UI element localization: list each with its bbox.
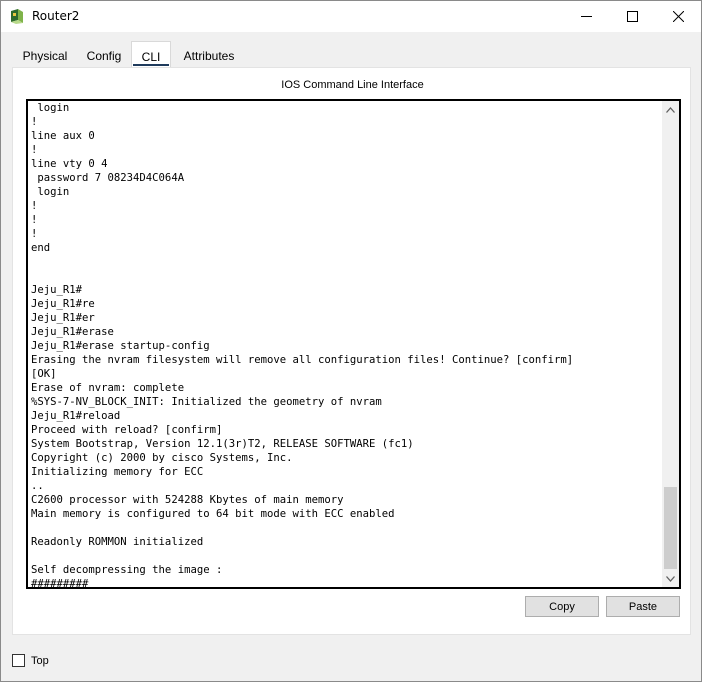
- terminal-line: Jeju_R1#erase: [31, 326, 114, 338]
- terminal-line: !: [31, 116, 38, 128]
- close-icon: [672, 11, 684, 22]
- terminal-line: Self decompressing the image :: [31, 564, 223, 576]
- terminal-line: login: [31, 102, 70, 114]
- terminal-line: Initializing memory for ECC: [31, 466, 204, 478]
- tab-cli-label: CLI: [141, 50, 161, 64]
- terminal-line: Copyright (c) 2000 by cisco Systems, Inc…: [31, 452, 293, 464]
- terminal-line: password 7 08234D4C064A: [31, 172, 185, 184]
- terminal-line: line vty 0 4: [31, 158, 108, 170]
- cli-panel: IOS Command Line Interface login! line au…: [12, 67, 691, 635]
- terminal-line: ..: [31, 480, 44, 492]
- terminal-line: !: [31, 144, 38, 156]
- terminal-line: end: [31, 242, 51, 254]
- tab-attributes[interactable]: Attributes: [176, 41, 242, 68]
- terminal-line: !: [31, 214, 38, 226]
- tab-physical[interactable]: Physical: [17, 41, 73, 68]
- terminal-line: Proceed with reload? [confirm]: [31, 424, 223, 436]
- router-app-icon: [11, 9, 23, 24]
- scroll-down-button[interactable]: [662, 570, 679, 587]
- terminal-line: C2600 processor with 524288 Kbytes of ma…: [31, 494, 344, 506]
- terminal-line: Main memory is configured to 64 bit mode…: [31, 508, 395, 520]
- terminal-output[interactable]: login! line aux 0! line vty 0 4 password 7…: [31, 101, 661, 589]
- top-checkbox-label: Top: [31, 655, 49, 667]
- tab-bar: Physical Config CLI Attributes: [11, 41, 691, 68]
- tab-cli[interactable]: CLI: [131, 41, 171, 68]
- top-checkbox[interactable]: [12, 654, 25, 667]
- scroll-thumb[interactable]: [664, 487, 677, 569]
- terminal-scrollbar[interactable]: [662, 101, 679, 587]
- terminal-line: login: [31, 186, 70, 198]
- terminal-line: [OK]: [31, 368, 57, 380]
- maximize-icon: [626, 11, 638, 22]
- title-bar: Router2: [1, 1, 701, 32]
- chevron-up-icon: [666, 106, 675, 113]
- terminal-line: System Bootstrap, Version 12.1(3r)T2, RE…: [31, 438, 414, 450]
- chevron-down-icon: [666, 575, 675, 582]
- tab-config[interactable]: Config: [83, 41, 125, 68]
- terminal-line: Jeju_R1#erase startup-config: [31, 340, 210, 352]
- terminal-line: %SYS-7-NV_BLOCK_INIT: Initialized the ge…: [31, 396, 382, 408]
- cli-heading: IOS Command Line Interface: [281, 79, 424, 91]
- active-tab-indicator: [133, 64, 169, 66]
- terminal-line: Erasing the nvram filesystem will remove…: [31, 354, 574, 366]
- terminal-line: Jeju_R1#: [31, 284, 83, 296]
- copy-button[interactable]: Copy: [525, 596, 599, 617]
- terminal-line: !: [31, 228, 38, 240]
- terminal-line: Erase of nvram: complete: [31, 382, 185, 394]
- window-title: Router2: [32, 9, 80, 23]
- minimize-button[interactable]: [563, 1, 609, 32]
- terminal-line: #########: [31, 578, 89, 589]
- minimize-icon: [580, 16, 592, 17]
- terminal-line: line aux 0: [31, 130, 95, 142]
- cli-terminal[interactable]: login! line aux 0! line vty 0 4 password 7…: [26, 99, 681, 589]
- maximize-button[interactable]: [609, 1, 655, 32]
- close-button[interactable]: [655, 1, 701, 32]
- terminal-line: Jeju_R1#re: [31, 298, 95, 310]
- terminal-line: !: [31, 200, 38, 212]
- terminal-line: Jeju_R1#er: [31, 312, 95, 324]
- terminal-line: Jeju_R1#reload: [31, 410, 121, 422]
- paste-button[interactable]: Paste: [606, 596, 680, 617]
- terminal-line: Readonly ROMMON initialized: [31, 536, 204, 548]
- scroll-up-button[interactable]: [662, 101, 679, 118]
- router-window: Router2 Physical Config CLI Attributes I…: [0, 0, 702, 682]
